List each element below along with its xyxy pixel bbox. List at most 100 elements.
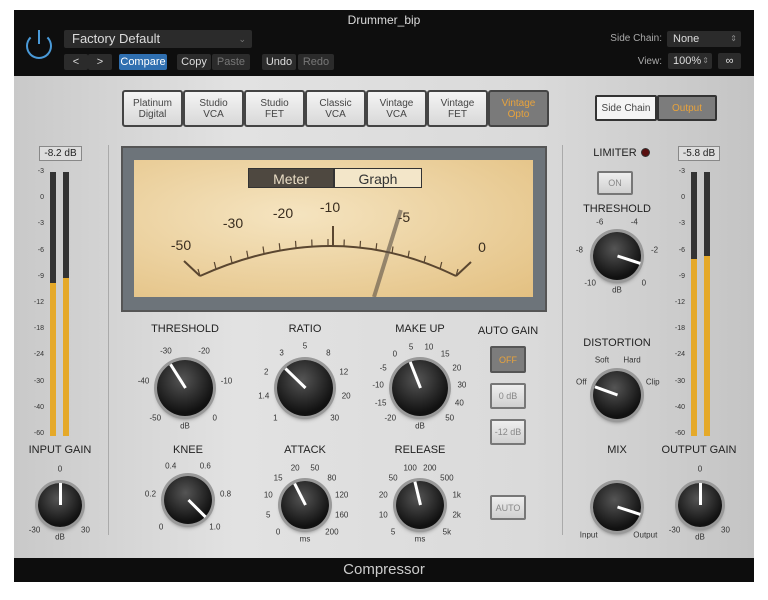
knob-scale-label: -20 — [384, 413, 397, 423]
makeup-knob[interactable] — [392, 360, 448, 416]
knob-scale-label: 2k — [452, 510, 461, 520]
paste-button[interactable]: Paste — [212, 54, 250, 70]
ratio-knob[interactable] — [277, 360, 333, 416]
vu-scale-label: 0 — [478, 239, 486, 255]
limiter-led — [641, 148, 650, 157]
knee-knob[interactable] — [164, 476, 212, 524]
knob-scale-label: 5 — [302, 341, 308, 351]
knob-scale-label: 5 — [390, 527, 396, 537]
threshold-knob[interactable] — [157, 360, 213, 416]
knob-scale-label: -20 — [198, 346, 210, 356]
redo-button[interactable]: Redo — [298, 54, 334, 70]
knob-scale-label: -50 — [149, 413, 162, 423]
link-button[interactable]: ∞ — [718, 53, 741, 69]
circuit-type-button[interactable]: Classic VCA — [305, 90, 366, 127]
vu-tick — [213, 261, 217, 270]
side-chain-toggle[interactable]: Side Chain — [595, 95, 657, 121]
release-knob[interactable] — [396, 481, 444, 529]
knob-scale-label: -30 — [160, 346, 172, 356]
knob-pointer — [412, 481, 422, 506]
knob-unit-label: dB — [415, 421, 425, 431]
knob-scale-label: 50 — [445, 413, 455, 423]
output-gain-label: OUTPUT GAIN — [661, 444, 737, 456]
auto-gain-off-button[interactable]: OFF — [490, 346, 526, 373]
next-preset-button[interactable]: > — [88, 54, 112, 70]
limiter-on-button[interactable]: ON — [597, 171, 633, 195]
knob-scale-label: Output — [633, 530, 658, 540]
knob-scale-label: Soft — [594, 355, 610, 365]
knob-scale-label: 30 — [330, 413, 340, 423]
meter-scale-label: -3 — [37, 220, 44, 228]
divider — [108, 145, 109, 535]
undo-button[interactable]: Undo — [262, 54, 296, 70]
knob-pointer — [698, 483, 702, 505]
circuit-type-button[interactable]: Studio FET — [244, 90, 305, 127]
lim-threshold-knob[interactable] — [593, 232, 641, 280]
meter-scale-label: -30 — [674, 377, 685, 385]
vu-scale-label: -50 — [171, 237, 191, 253]
copy-button[interactable]: Copy — [177, 54, 211, 70]
knob-scale-label: 30 — [81, 525, 90, 535]
stepper-icon: ⇕ — [702, 56, 709, 65]
knob-scale-label: 0 — [697, 464, 703, 474]
circuit-type-button[interactable]: Vintage Opto — [488, 90, 549, 127]
knob-scale-label: -10 — [220, 376, 233, 386]
view-zoom-dropdown[interactable]: 100% ⇕ — [668, 53, 712, 69]
output-gain-knob[interactable] — [678, 483, 722, 527]
auto-gain-minus12db-button[interactable]: -12 dB — [490, 419, 526, 445]
previous-preset-button[interactable]: < — [64, 54, 88, 70]
circuit-type-button[interactable]: Platinum Digital — [122, 90, 183, 127]
graph-tab[interactable]: Graph — [334, 168, 422, 188]
ratio-label: RATIO — [288, 323, 322, 335]
limiter-label: LIMITER — [593, 147, 637, 159]
knob-scale-label: 0 — [212, 413, 217, 423]
meter-scale-label: -9 — [37, 272, 44, 280]
vu-end-tick — [183, 260, 201, 277]
output-level-meter — [691, 172, 697, 436]
knob-scale-label: 5k — [442, 527, 452, 537]
auto-release-button[interactable]: AUTO — [490, 495, 526, 520]
knob-scale-label: 0 — [641, 278, 647, 288]
meter-scale-label: -3 — [678, 168, 685, 175]
circuit-type-button[interactable]: Studio VCA — [183, 90, 244, 127]
window-title: Drummer_bip — [347, 13, 421, 27]
knob-scale-label: 3 — [279, 348, 284, 358]
knee-label: KNEE — [173, 444, 203, 456]
knob-scale-label: 50 — [388, 473, 398, 483]
knob-scale-label: 20 — [452, 363, 462, 373]
input-level-readout: -8.2 dB — [39, 146, 82, 161]
knob-scale-label: 2 — [263, 367, 269, 377]
knob-scale-label: 1 — [273, 413, 278, 423]
preset-dropdown[interactable]: Factory Default ⌄ — [64, 30, 252, 48]
knob-scale-label: Clip — [645, 377, 660, 387]
stepper-icon: ⇕ — [730, 34, 737, 43]
knob-scale-label: 30 — [721, 525, 730, 535]
circuit-type-button[interactable]: Vintage VCA — [366, 90, 427, 127]
knob-pointer — [616, 254, 641, 265]
meter-scale-label: -3 — [37, 168, 44, 175]
auto-gain-0db-button[interactable]: 0 dB — [490, 383, 526, 409]
knob-pointer — [408, 361, 422, 389]
circuit-type-button[interactable]: Vintage FET — [427, 90, 488, 127]
compare-button[interactable]: Compare — [119, 54, 167, 70]
distortion-knob[interactable] — [593, 371, 641, 419]
side-chain-label: Side Chain: — [610, 33, 662, 44]
meter-scale-label: -3 — [678, 220, 685, 228]
meter-tab[interactable]: Meter — [248, 168, 334, 188]
knob-scale-label: Hard — [623, 355, 641, 365]
input-level-fill — [50, 282, 56, 436]
meter-scale-label: -60 — [33, 430, 44, 437]
output-level-meter — [704, 172, 710, 436]
meter-scale-label: -12 — [674, 299, 685, 306]
mix-label: MIX — [607, 444, 627, 456]
output-toggle[interactable]: Output — [657, 95, 717, 121]
attack-knob[interactable] — [281, 481, 329, 529]
side-chain-dropdown[interactable]: None ⇕ — [667, 31, 741, 47]
knob-scale-label: 0.4 — [165, 461, 177, 471]
mix-knob[interactable] — [593, 483, 641, 531]
knob-scale-label: 10 — [263, 490, 273, 500]
meter-scale-label: 0 — [681, 194, 685, 202]
input-gain-knob[interactable] — [38, 483, 82, 527]
knob-scale-label: 10 — [424, 342, 434, 352]
knob-scale-label: 1.0 — [209, 522, 221, 532]
